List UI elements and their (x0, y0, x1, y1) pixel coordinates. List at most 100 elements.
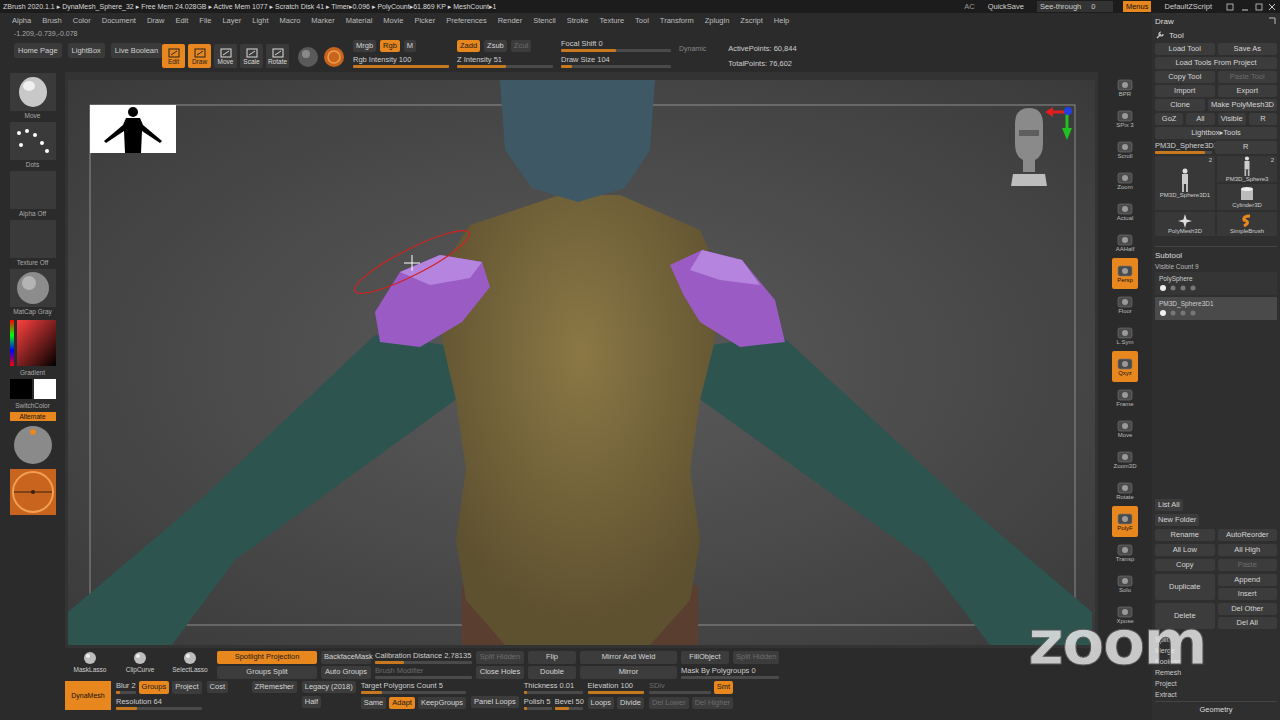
color-mode-button[interactable]: Mrgb (353, 40, 376, 52)
shelf-button[interactable]: Divide (617, 697, 644, 709)
shelf-button[interactable]: Groups Split (217, 666, 317, 679)
shelf-slider[interactable]: Thickness 0.01 (524, 681, 583, 694)
menu-item[interactable]: Layer (222, 16, 241, 25)
subtool-button[interactable]: List All (1155, 499, 1183, 511)
tool-thumbnail[interactable]: PolyMesh3D (1155, 212, 1215, 236)
selection-tool[interactable]: MaskLasso (65, 651, 115, 679)
palette-slot[interactable]: Dots (10, 122, 56, 169)
subtool-button[interactable]: Delete (1155, 603, 1215, 629)
view-button[interactable]: Rotate (1112, 475, 1138, 506)
view-button[interactable]: SPix 3 (1112, 103, 1138, 134)
subtool-button[interactable]: Duplicate (1155, 574, 1215, 600)
mode-button[interactable]: Move (214, 44, 237, 68)
tool-button[interactable]: Export (1218, 85, 1278, 97)
tool-button[interactable]: Make PolyMesh3D (1208, 99, 1277, 111)
shelf-button[interactable]: Flip (528, 651, 576, 664)
subpalette-header[interactable]: Merge (1155, 646, 1277, 655)
material-sphere-icon[interactable] (297, 46, 319, 68)
current-tool-slider[interactable]: PM3D_Sphere3D1. 48 (1155, 141, 1212, 154)
shelf-button[interactable]: Same (361, 697, 387, 709)
nav-button[interactable]: LightBox (68, 43, 105, 58)
menu-item[interactable]: Transform (660, 16, 694, 25)
switch-color[interactable]: SwitchColor (15, 401, 50, 410)
menu-item[interactable]: Material (346, 16, 373, 25)
subpalette-header[interactable]: Project (1155, 679, 1277, 688)
see-through-slider[interactable]: See-through0 (1037, 1, 1113, 12)
selection-tool[interactable]: SelectLasso (165, 651, 215, 679)
tool-button[interactable]: Lightbox▸Tools (1155, 127, 1277, 139)
tool-button[interactable]: Visible (1218, 113, 1246, 125)
z-mode-button[interactable]: Zadd (457, 40, 480, 52)
menu-item[interactable]: Zplugin (705, 16, 730, 25)
tool-button[interactable]: Save As (1218, 43, 1278, 55)
subtool-item[interactable]: PM3D_Sphere3D1 (1155, 297, 1277, 320)
menu-item[interactable]: Light (252, 16, 268, 25)
subpalette-header[interactable]: Boolean (1155, 657, 1277, 666)
view-button[interactable]: AAHalf (1112, 227, 1138, 258)
subtool-toggles-icon[interactable] (1159, 284, 1199, 292)
subtool-button[interactable]: Copy (1155, 559, 1215, 571)
shelf-button[interactable]: Smt (714, 681, 733, 694)
menu-item[interactable]: Preferences (446, 16, 486, 25)
shelf-button[interactable]: KeepGroups (418, 697, 466, 709)
menu-item[interactable]: Brush (42, 16, 62, 25)
tool-button[interactable]: Paste Tool (1218, 71, 1278, 83)
focal-shift-slider[interactable]: Focal Shift 0 (561, 39, 671, 52)
tool-thumbnail[interactable]: 2 PM3D_Sphere3 (1217, 156, 1277, 182)
menu-item[interactable]: Draw (147, 16, 165, 25)
subtool-button[interactable]: Append (1218, 574, 1278, 586)
palette-slot[interactable]: Texture Off (10, 220, 56, 267)
tool-thumbnail[interactable]: Cylinder3D (1217, 184, 1277, 210)
shelf-button[interactable]: Panel Loops (471, 696, 519, 708)
shelf-button[interactable]: Split Hidden (476, 651, 524, 664)
tool-header[interactable]: Tool (1155, 29, 1277, 41)
menu-item[interactable]: Document (102, 16, 136, 25)
dock-icon[interactable] (1267, 16, 1277, 26)
shelf-button[interactable]: Half (302, 696, 321, 708)
subpalette-header[interactable]: Extract (1155, 690, 1277, 699)
title-button[interactable]: DefaultZScript (1161, 1, 1215, 12)
subtool-button[interactable]: AutoReorder (1218, 529, 1278, 541)
title-button[interactable]: QuickSave (985, 1, 1027, 12)
shelf-button[interactable]: Adapt (389, 697, 415, 709)
menu-item[interactable]: Color (73, 16, 91, 25)
tool-button[interactable]: All (1186, 113, 1214, 125)
menu-item[interactable]: Movie (383, 16, 403, 25)
menu-item[interactable]: Edit (175, 16, 188, 25)
material-sphere-icon[interactable] (10, 423, 56, 467)
menu-item[interactable]: Picker (414, 16, 435, 25)
shelf-button[interactable]: Project (172, 681, 201, 694)
z-mode-button[interactable]: Zcut (511, 40, 532, 52)
shelf-slider[interactable]: Polish 5 (524, 697, 552, 710)
geometry-header[interactable]: Geometry (1155, 701, 1277, 718)
selection-tool[interactable]: ClipCurve (115, 651, 165, 679)
view-button[interactable]: Frame (1112, 382, 1138, 413)
color-mode-button[interactable]: M (404, 40, 416, 52)
view-button[interactable]: Zoom3D (1112, 444, 1138, 475)
subpalette-header[interactable]: Split (1155, 635, 1277, 644)
shelf-button[interactable]: Groups (139, 681, 170, 694)
tool-button[interactable]: R (1249, 113, 1277, 125)
z-intensity-slider[interactable]: Z Intensity 51 (457, 55, 553, 68)
tool-button[interactable]: Import (1155, 85, 1215, 97)
color-sphere-icon[interactable] (323, 46, 345, 68)
shelf-button[interactable]: Auto Groups (321, 666, 371, 679)
main-color-swatch[interactable] (10, 379, 32, 399)
dynamesh-button[interactable]: DynaMesh (65, 681, 111, 710)
reset-button[interactable]: R (1215, 141, 1278, 154)
shelf-button[interactable]: Mirror (580, 666, 677, 679)
palette-slot[interactable]: Move (10, 73, 56, 120)
shelf-button[interactable]: Split Hidden (733, 651, 779, 664)
shelf-slider[interactable]: SDiv (649, 681, 711, 694)
shelf-slider[interactable]: Elevation 100 (588, 681, 644, 694)
shelf-button[interactable]: Spotlight Projection (217, 651, 317, 664)
tool-thumbnail[interactable]: SimpleBrush (1217, 212, 1277, 236)
shelf-slider[interactable]: Blur 2 (116, 681, 136, 694)
menu-item[interactable]: Alpha (12, 16, 31, 25)
menu-item[interactable]: Tool (635, 16, 649, 25)
navigation-thumbnail-icon[interactable] (90, 105, 176, 153)
color-mode-button[interactable]: Rgb (380, 40, 400, 52)
view-button[interactable]: L.Sym (1112, 320, 1138, 351)
menu-item[interactable]: Zscript (740, 16, 763, 25)
mode-button[interactable]: Scale (240, 44, 263, 68)
